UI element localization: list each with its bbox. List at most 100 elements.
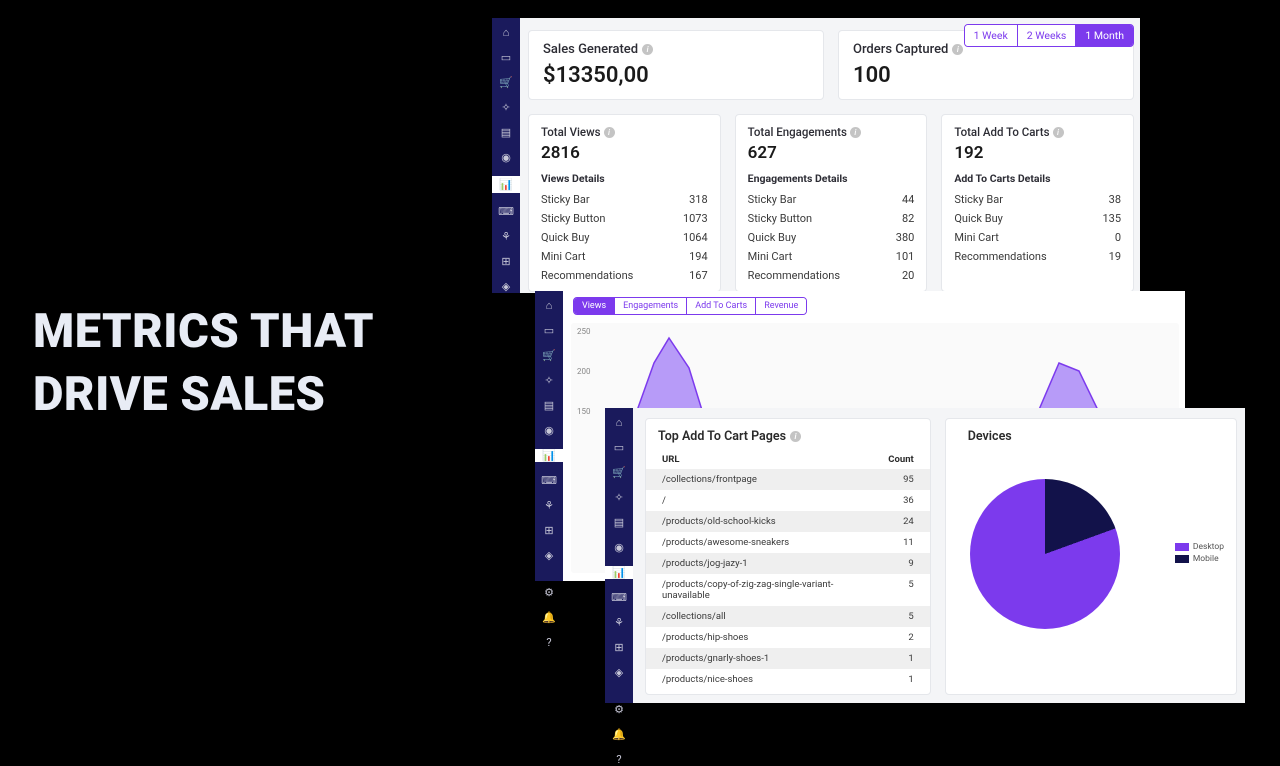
detail-row: Quick Buy1064 xyxy=(541,228,708,247)
globe-icon[interactable]: ◉ xyxy=(542,424,556,437)
eng-subtitle: Engagements Details xyxy=(748,172,915,185)
orders-value: 100 xyxy=(853,63,1119,88)
tag-icon[interactable]: ◈ xyxy=(499,280,513,293)
cart-icon[interactable]: 🛒 xyxy=(499,76,513,89)
timerange-week[interactable]: 1 Week xyxy=(965,25,1018,46)
info-icon[interactable]: i xyxy=(1053,127,1064,138)
table-row: /products/awesome-sneakers11 xyxy=(646,532,930,553)
store-icon[interactable]: ▭ xyxy=(499,51,513,64)
toppages-title: Top Add To Cart Pages xyxy=(658,429,786,444)
table-header: URL Count xyxy=(646,450,930,469)
cart-icon[interactable]: 🛒 xyxy=(542,349,556,362)
carts-subtitle: Add To Carts Details xyxy=(954,172,1121,185)
help-icon[interactable]: ? xyxy=(542,636,556,649)
users-icon[interactable]: ⚘ xyxy=(612,616,626,629)
grid-icon[interactable]: ⊞ xyxy=(499,255,513,268)
analytics-icon[interactable]: 📊 xyxy=(605,566,633,579)
table-row: /products/hip-shoes2 xyxy=(646,627,930,648)
table-row: /products/old-school-kicks24 xyxy=(646,511,930,532)
detail-row: Quick Buy380 xyxy=(748,228,915,247)
analytics-icon[interactable]: 📊 xyxy=(535,449,563,462)
users-icon[interactable]: ⚘ xyxy=(499,230,513,243)
settings-icon[interactable]: ⚙ xyxy=(542,586,556,599)
detail-row: Recommendations19 xyxy=(954,247,1121,266)
info-icon[interactable]: i xyxy=(790,431,801,442)
pie-legend: Desktop Mobile xyxy=(1175,542,1224,566)
detail-row: Sticky Button82 xyxy=(748,209,915,228)
info-icon[interactable]: i xyxy=(642,44,653,55)
timerange-2weeks[interactable]: 2 Weeks xyxy=(1018,25,1077,46)
ytick-200: 200 xyxy=(577,367,591,376)
detail-row: Sticky Bar318 xyxy=(541,190,708,209)
col-count: Count xyxy=(888,454,913,465)
hero-heading: METRICS THAT DRIVE SALES xyxy=(33,300,473,427)
views-subtitle: Views Details xyxy=(541,172,708,185)
time-range-selector: 1 Week 2 Weeks 1 Month xyxy=(964,24,1134,47)
orders-label: Orders Captured xyxy=(853,42,948,57)
tab-views[interactable]: Views xyxy=(574,298,615,314)
sales-label: Sales Generated xyxy=(543,42,638,57)
sales-value: $13350,00 xyxy=(543,63,809,88)
col-url: URL xyxy=(662,454,680,465)
legend-mobile: Mobile xyxy=(1193,554,1219,564)
detail-row: Mini Cart101 xyxy=(748,247,915,266)
globe-icon[interactable]: ◉ xyxy=(499,151,513,164)
sales-card: Sales Generated i $13350,00 xyxy=(528,30,824,100)
eng-label: Total Engagements xyxy=(748,125,847,139)
chart-tabs: Views Engagements Add To Carts Revenue xyxy=(573,297,807,315)
monitor-icon[interactable]: ⌨ xyxy=(542,474,556,487)
detail-row: Sticky Button1073 xyxy=(541,209,708,228)
info-icon[interactable]: i xyxy=(952,44,963,55)
tag-icon[interactable]: ◈ xyxy=(542,549,556,562)
pages-devices-panel: ⌂ ▭ 🛒 ✧ ▤ ◉ 📊 ⌨ ⚘ ⊞ ◈ ⚙ 🔔 ? Top Add To C… xyxy=(605,408,1245,703)
tab-revenue[interactable]: Revenue xyxy=(756,298,806,314)
detail-row: Mini Cart194 xyxy=(541,247,708,266)
views-card: Total Viewsi 2816 Views Details Sticky B… xyxy=(528,114,721,292)
cart-icon[interactable]: 🛒 xyxy=(612,466,626,479)
tag-icon[interactable]: ◈ xyxy=(612,666,626,679)
globe-icon[interactable]: ◉ xyxy=(612,541,626,554)
store-icon[interactable]: ▭ xyxy=(542,324,556,337)
engagements-card: Total Engagementsi 627 Engagements Detai… xyxy=(735,114,928,292)
legend-swatch-mobile xyxy=(1175,555,1189,563)
settings-icon[interactable]: ⚙ xyxy=(612,703,626,716)
top-pages-card: Top Add To Cart Pages i URL Count /collec… xyxy=(645,418,931,695)
views-label: Total Views xyxy=(541,125,601,139)
home-icon[interactable]: ⌂ xyxy=(499,26,513,39)
sidebar-1: ⌂ ▭ 🛒 ✧ ▤ ◉ 📊 ⌨ ⚘ ⊞ ◈ xyxy=(492,18,520,293)
home-icon[interactable]: ⌂ xyxy=(612,416,626,429)
sneaker-icon[interactable]: ✧ xyxy=(612,491,626,504)
users-icon[interactable]: ⚘ xyxy=(542,499,556,512)
info-icon[interactable]: i xyxy=(604,127,615,138)
table-row: /products/gnarly-shoes-11 xyxy=(646,648,930,669)
card-icon[interactable]: ▤ xyxy=(612,516,626,529)
table-row: /collections/all5 xyxy=(646,606,930,627)
bell-icon[interactable]: 🔔 xyxy=(612,728,626,741)
analytics-icon[interactable]: 📊 xyxy=(492,176,520,193)
store-icon[interactable]: ▭ xyxy=(612,441,626,454)
timerange-month[interactable]: 1 Month xyxy=(1076,25,1133,46)
table-row: /36 xyxy=(646,490,930,511)
table-row: /products/jog-jazy-19 xyxy=(646,553,930,574)
card-icon[interactable]: ▤ xyxy=(499,126,513,139)
tab-addtocarts[interactable]: Add To Carts xyxy=(687,298,756,314)
sneaker-icon[interactable]: ✧ xyxy=(542,374,556,387)
ytick-150: 150 xyxy=(577,407,591,416)
monitor-icon[interactable]: ⌨ xyxy=(612,591,626,604)
help-icon[interactable]: ? xyxy=(612,753,626,766)
sidebar-3: ⌂ ▭ 🛒 ✧ ▤ ◉ 📊 ⌨ ⚘ ⊞ ◈ ⚙ 🔔 ? xyxy=(605,408,633,703)
home-icon[interactable]: ⌂ xyxy=(542,299,556,312)
sneaker-icon[interactable]: ✧ xyxy=(499,101,513,114)
carts-card: Total Add To Cartsi 192 Add To Carts Det… xyxy=(941,114,1134,292)
bell-icon[interactable]: 🔔 xyxy=(542,611,556,624)
sidebar-2: ⌂ ▭ 🛒 ✧ ▤ ◉ 📊 ⌨ ⚘ ⊞ ◈ ⚙ 🔔 ? xyxy=(535,291,563,581)
table-row: /products/nice-shoes1 xyxy=(646,669,930,690)
eng-value: 627 xyxy=(748,143,915,163)
card-icon[interactable]: ▤ xyxy=(542,399,556,412)
grid-icon[interactable]: ⊞ xyxy=(612,641,626,654)
legend-swatch-desktop xyxy=(1175,543,1189,551)
info-icon[interactable]: i xyxy=(850,127,861,138)
monitor-icon[interactable]: ⌨ xyxy=(499,205,513,218)
grid-icon[interactable]: ⊞ xyxy=(542,524,556,537)
tab-engagements[interactable]: Engagements xyxy=(615,298,687,314)
